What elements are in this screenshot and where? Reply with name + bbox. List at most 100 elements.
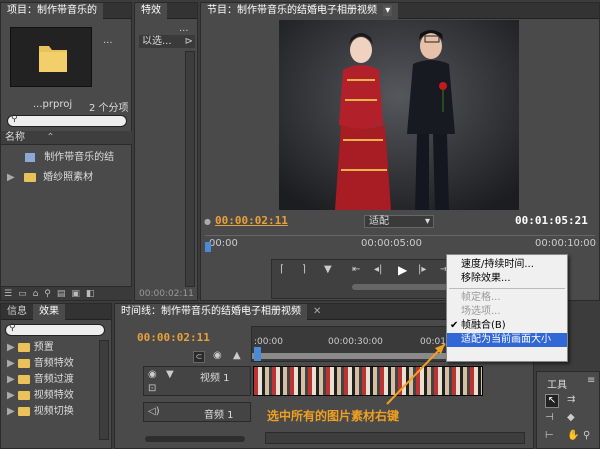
menu-item-scale-to-frame-size[interactable]: 适配为当前画面大小 <box>447 333 567 347</box>
folder-icon <box>17 342 30 352</box>
program-video-frame <box>279 20 519 210</box>
step-forward-icon[interactable]: |▸ <box>418 264 426 275</box>
menu-item-frame-hold[interactable]: 帧定格... <box>447 291 567 305</box>
lock-icon[interactable]: ⊡ <box>148 383 156 394</box>
expand-arrow-icon[interactable]: ▶ <box>7 342 15 353</box>
jog-slider[interactable] <box>352 284 448 290</box>
chevron-down-icon: ▾ <box>424 216 430 227</box>
timeline-hscroll[interactable] <box>265 432 525 444</box>
add-marker-icon[interactable]: ▲ <box>233 350 241 361</box>
expand-arrow-icon[interactable]: ▶ <box>7 390 15 401</box>
hand-tool-icon[interactable]: ✋ <box>567 430 579 441</box>
annotation-text: 选中所有的图片素材右键 <box>267 409 400 423</box>
list-item[interactable]: ▶ 视频特效 <box>1 388 111 404</box>
tools-panel: 工具 ≡ ↖ ⇉ ⊣ ◆ ⊢ ✋ ⚲ <box>536 371 600 449</box>
ruler-label: 00:00:10:00 <box>535 238 597 249</box>
mark-in-icon[interactable]: ⌈ <box>280 264 284 275</box>
playhead-icon[interactable] <box>254 347 261 361</box>
project-items-count: 2 个分项 <box>89 103 129 114</box>
collapse-arrow-icon[interactable]: ▼ <box>166 369 174 380</box>
go-to-in-icon[interactable]: ⇤ <box>352 264 360 275</box>
marker-icon[interactable]: ◉ <box>213 350 222 361</box>
menu-item-field-options[interactable]: 场选项... <box>447 305 567 319</box>
ruler-label: 00:00:30:00 <box>328 337 383 347</box>
list-item[interactable]: 制作带音乐的结 <box>1 149 131 166</box>
program-current-timecode[interactable]: 00:00:02:11 <box>215 214 288 227</box>
tools-menu-icon[interactable]: ≡ <box>587 375 595 386</box>
ripple-edit-tool-icon[interactable]: ⊣ <box>545 412 554 423</box>
effects-search-input[interactable]: ⚲ <box>5 323 105 336</box>
effects-scrollbar[interactable] <box>99 340 109 440</box>
program-ruler[interactable]: 00:00 00:00:05:00 00:00:10:00 <box>205 235 597 255</box>
tab-effects[interactable]: 效果 <box>33 303 65 320</box>
expand-arrow-icon[interactable]: ▶ <box>7 172 15 183</box>
project-menu-dots[interactable]: ... <box>103 35 113 46</box>
expand-arrow-icon[interactable]: ▶ <box>7 406 15 417</box>
audio-track-name: 音频 1 <box>204 410 234 421</box>
bin-thumbnail[interactable] <box>10 27 92 87</box>
razor-tool-icon[interactable]: ◆ <box>567 412 575 423</box>
annotation-arrow-icon <box>386 343 446 405</box>
tab-effects-controls[interactable]: 特效 <box>135 2 167 19</box>
effects-tabbar: 特效 <box>135 2 197 19</box>
context-menu: 速度/持续时间... 移除效果... 帧定格... 场选项... ✔ 帧融合(B… <box>446 254 568 362</box>
audio-track-header: ◁) 音频 1 <box>143 402 251 422</box>
folder-icon <box>17 390 30 400</box>
selected-clip-label[interactable]: 以选... ⊳ <box>139 35 195 48</box>
expand-arrow-icon[interactable]: ▶ <box>7 374 15 385</box>
source-timecode-small: 00:00:02:11 <box>139 289 194 299</box>
ruler-label: :00:00 <box>254 337 283 347</box>
menu-item-speed-duration[interactable]: 速度/持续时间... <box>447 258 567 272</box>
tools-title: 工具 <box>547 380 567 391</box>
eye-icon[interactable]: ◉ <box>148 369 157 380</box>
effects-scrollbar[interactable] <box>185 51 195 287</box>
step-back-icon[interactable]: ◂| <box>374 264 382 275</box>
search-icon: ⚲ <box>9 323 16 333</box>
checkmark-icon: ✔ <box>450 320 459 331</box>
list-item[interactable]: ▶ 音频特效 <box>1 356 111 372</box>
tab-program[interactable]: 节目：制作带音乐的结婚电子相册视频 ▾ <box>201 2 399 19</box>
effects-controls-panel: 特效 ... 以选... ⊳ 00:00:02:11 <box>134 2 198 301</box>
marker-icon[interactable]: ▼ <box>324 264 332 275</box>
sequence-icon <box>25 152 35 162</box>
project-filename: ...prproj <box>33 99 73 110</box>
effects-browser: 信息 效果 ⚲ ▶ 预置 ▶ 音频特效 ▶ 音频过渡 ▶ 视频特效 ▶ 视频切换 <box>0 303 112 449</box>
list-item[interactable]: ▶ 音频过渡 <box>1 372 111 388</box>
project-bottom-toolbar: ☰▭⌂⚲▤▣◧ <box>1 286 132 300</box>
menu-item-frame-blend[interactable]: ✔ 帧融合(B) <box>447 319 567 333</box>
tab-timeline[interactable]: 时间线：制作带音乐的结婚电子相册视频 <box>115 303 307 320</box>
menu-item-remove-effects[interactable]: 移除效果... <box>447 272 567 286</box>
selection-tool-icon[interactable]: ↖ <box>545 394 559 408</box>
mark-out-icon[interactable]: ⌉ <box>302 264 306 275</box>
wedding-photo <box>279 20 519 210</box>
tab-project[interactable]: 项目：制作带音乐的 <box>1 2 103 19</box>
zoom-tool-icon[interactable]: ⚲ <box>583 430 590 441</box>
folder-icon <box>17 358 30 368</box>
track-select-tool-icon[interactable]: ⇉ <box>567 394 575 405</box>
close-icon[interactable]: ✕ <box>307 304 327 320</box>
speaker-icon[interactable]: ◁) <box>148 406 160 417</box>
chevron-down-icon[interactable]: ▾ <box>383 4 393 16</box>
expand-arrow-icon[interactable]: ▶ <box>7 358 15 369</box>
play-icon[interactable]: ▶ <box>398 263 407 277</box>
playhead-marker-icon: ● <box>204 217 211 226</box>
tab-info[interactable]: 信息 <box>1 304 33 320</box>
folder-icon <box>23 172 36 182</box>
project-col-name[interactable]: 名称 ⌃ <box>1 131 132 145</box>
project-search-input[interactable]: ⚲ <box>7 114 127 127</box>
search-icon: ⚲ <box>11 114 18 124</box>
playhead-icon[interactable] <box>205 242 211 252</box>
snap-icon[interactable]: ⊂ <box>193 351 205 363</box>
list-item[interactable]: ▶ 婚纱照素材 <box>1 169 131 186</box>
project-panel: 项目：制作带音乐的 ... ...prproj 2 个分项 ⚲ 名称 ⌃ 制作带… <box>0 2 132 301</box>
timeline-timecode[interactable]: 00:00:02:11 <box>137 331 210 344</box>
program-tabbar: 节目：制作带音乐的结婚电子相册视频 ▾ <box>201 2 599 19</box>
effects-menu-dots[interactable]: ... <box>179 23 189 34</box>
video-track-name: 视频 1 <box>200 373 230 384</box>
slip-tool-icon[interactable]: ⊢ <box>545 430 554 441</box>
list-item[interactable]: ▶ 视频切换 <box>1 404 111 420</box>
fit-dropdown[interactable]: 适配 ▾ <box>364 215 434 228</box>
menu-separator <box>449 288 565 289</box>
timeline-zoom-slider[interactable] <box>145 436 245 442</box>
list-item[interactable]: ▶ 预置 <box>1 340 111 356</box>
